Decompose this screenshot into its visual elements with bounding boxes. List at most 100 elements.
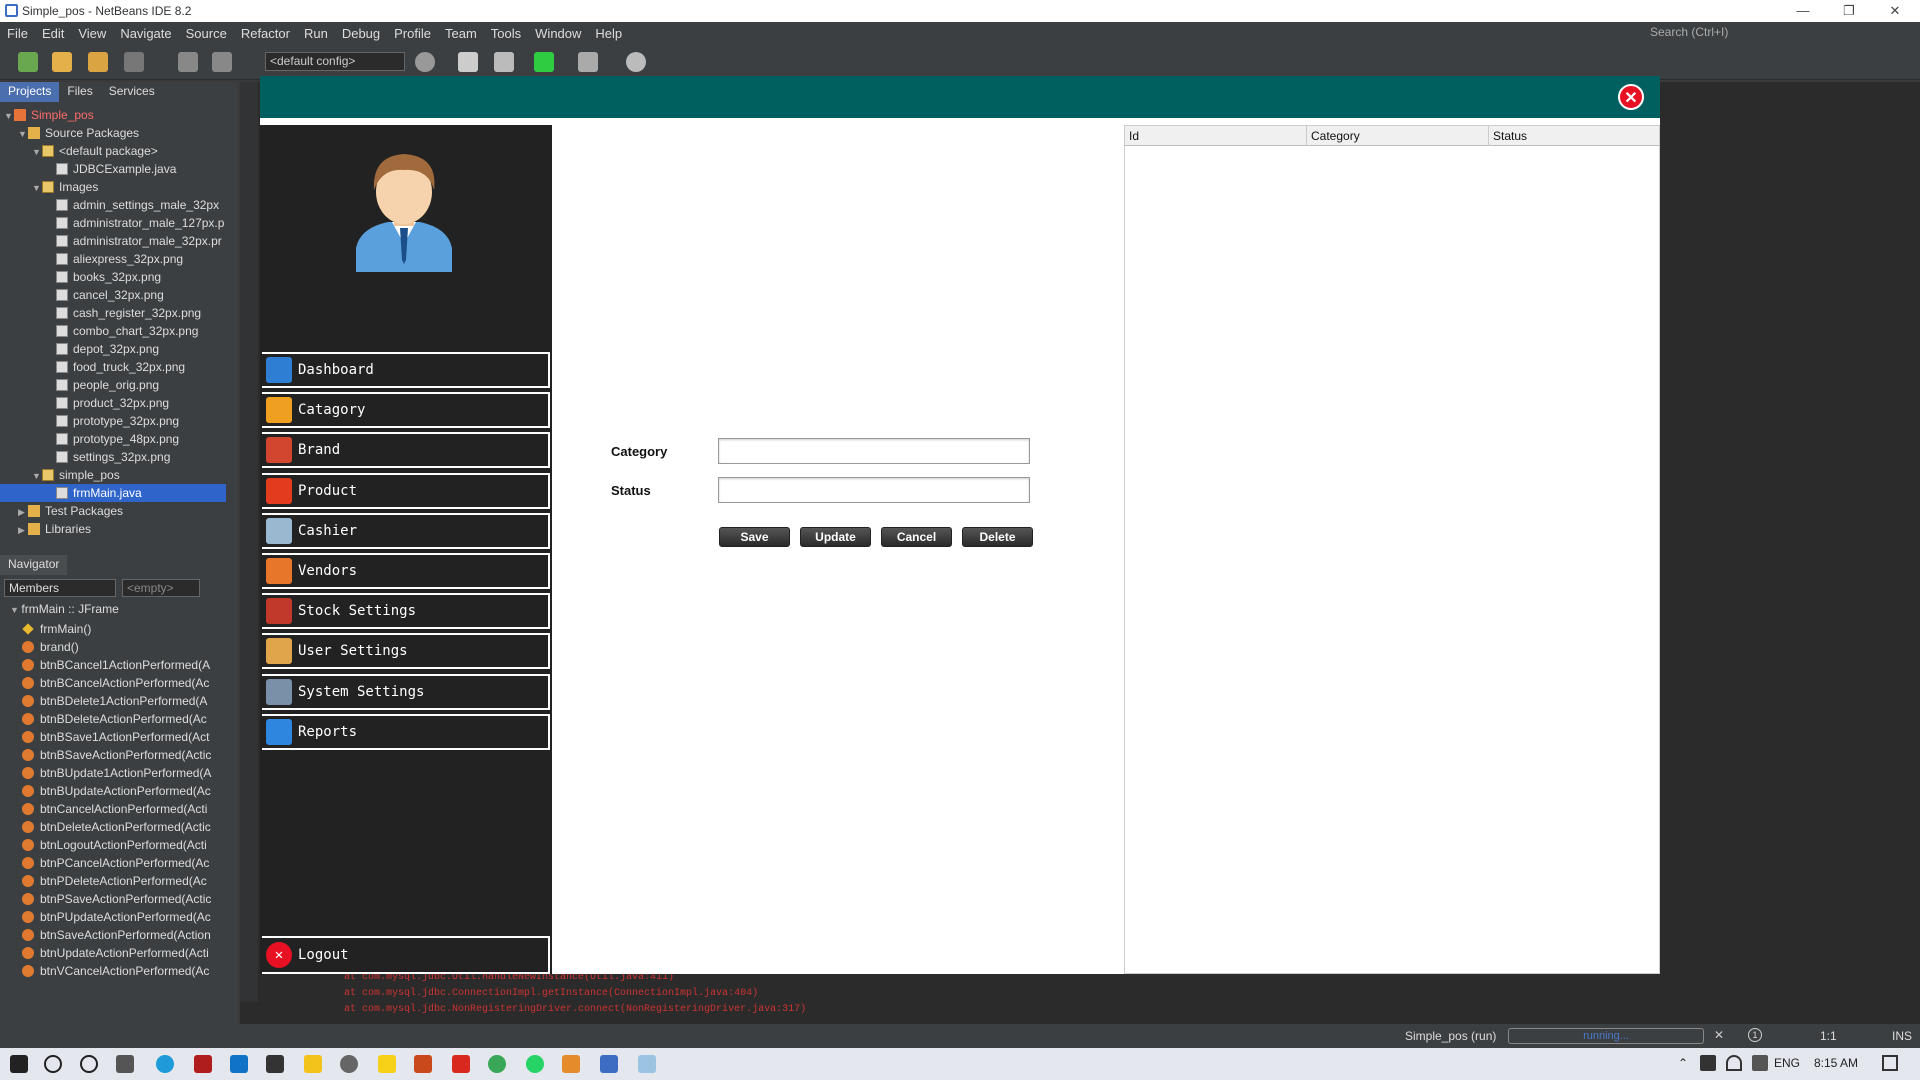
tab-projects[interactable]: Projects xyxy=(0,82,60,102)
tree-node[interactable]: cash_register_32px.png xyxy=(0,304,226,322)
app-icon[interactable] xyxy=(194,1055,212,1073)
nav-user-settings-button[interactable]: User Settings xyxy=(262,633,550,669)
undo-icon[interactable] xyxy=(178,52,198,72)
delete-button[interactable]: Delete xyxy=(962,527,1033,547)
build-icon[interactable] xyxy=(458,52,478,72)
task-view-icon[interactable] xyxy=(116,1055,134,1073)
member-item[interactable]: btnBUpdate1ActionPerformed(A xyxy=(10,764,224,782)
cancel-run-icon[interactable]: ✕ xyxy=(1714,1028,1724,1042)
member-item[interactable]: frmMain() xyxy=(10,620,224,638)
tree-node[interactable]: prototype_48px.png xyxy=(0,430,226,448)
browser-icon[interactable] xyxy=(415,52,435,72)
whatsapp-icon[interactable] xyxy=(526,1055,544,1073)
tree-node[interactable]: depot_32px.png xyxy=(0,340,226,358)
tree-node[interactable]: books_32px.png xyxy=(0,268,226,286)
save-button[interactable]: Save xyxy=(719,527,790,547)
menu-navigate[interactable]: Navigate xyxy=(113,26,178,41)
nav-brand-button[interactable]: Brand xyxy=(262,432,550,468)
battery-icon[interactable] xyxy=(1700,1055,1716,1071)
netbeans-icon[interactable] xyxy=(600,1055,618,1073)
menu-window[interactable]: Window xyxy=(528,26,588,41)
explorer-icon[interactable] xyxy=(304,1055,322,1073)
nav-stock-settings-button[interactable]: Stock Settings xyxy=(262,593,550,629)
app-icon[interactable] xyxy=(340,1055,358,1073)
language-indicator[interactable]: ENG xyxy=(1774,1056,1800,1070)
tab-navigator[interactable]: Navigator xyxy=(0,555,68,575)
menu-profile[interactable]: Profile xyxy=(387,26,438,41)
filter-select[interactable]: <empty> xyxy=(122,579,200,597)
nav-vendors-button[interactable]: Vendors xyxy=(262,553,550,589)
expand-toggle-icon[interactable]: ▼ xyxy=(32,467,42,484)
menu-view[interactable]: View xyxy=(71,26,113,41)
tree-node[interactable]: ▶ Libraries xyxy=(0,520,226,538)
action-center-icon[interactable] xyxy=(1882,1055,1898,1071)
member-item[interactable]: btnSaveActionPerformed(Action xyxy=(10,926,224,944)
search-icon[interactable] xyxy=(44,1055,62,1073)
tree-node[interactable]: administrator_male_127px.p xyxy=(0,214,226,232)
mail-icon[interactable] xyxy=(230,1055,248,1073)
profile-icon[interactable] xyxy=(626,52,646,72)
redo-icon[interactable] xyxy=(212,52,232,72)
chevron-up-icon[interactable]: ⌃ xyxy=(1678,1056,1688,1070)
expand-toggle-icon[interactable]: ▶ xyxy=(18,521,28,538)
menu-debug[interactable]: Debug xyxy=(335,26,387,41)
save-all-icon[interactable] xyxy=(124,52,144,72)
expand-toggle-icon[interactable]: ▼ xyxy=(32,143,42,160)
expand-toggle-icon[interactable]: ▶ xyxy=(18,503,28,520)
tree-node[interactable]: admin_settings_male_32px xyxy=(0,196,226,214)
wifi-icon[interactable] xyxy=(1726,1055,1742,1071)
search-input[interactable]: Search (Ctrl+I) xyxy=(1650,25,1860,41)
members-select[interactable]: Members xyxy=(4,579,116,597)
tree-node[interactable]: JDBCExample.java xyxy=(0,160,226,178)
tree-node[interactable]: combo_chart_32px.png xyxy=(0,322,226,340)
tree-node[interactable]: frmMain.java xyxy=(0,484,226,502)
member-item[interactable]: btnBUpdateActionPerformed(Ac xyxy=(10,782,224,800)
tree-node[interactable]: ▼ Simple_pos xyxy=(0,106,226,124)
expand-toggle-icon[interactable]: ▼ xyxy=(18,125,28,142)
clock[interactable]: 8:15 AM xyxy=(1814,1056,1858,1070)
tree-node[interactable]: ▼ Images xyxy=(0,178,226,196)
member-item[interactable]: btnBSaveActionPerformed(Actic xyxy=(10,746,224,764)
debug-icon[interactable] xyxy=(578,52,598,72)
status-input[interactable] xyxy=(718,477,1030,503)
tree-node[interactable]: aliexpress_32px.png xyxy=(0,250,226,268)
config-select[interactable]: <default config> xyxy=(265,52,405,71)
cortana-icon[interactable] xyxy=(80,1055,98,1073)
new-file-icon[interactable] xyxy=(18,52,38,72)
cancel-button[interactable]: Cancel xyxy=(881,527,952,547)
member-item[interactable]: brand() xyxy=(10,638,224,656)
tree-node[interactable]: cancel_32px.png xyxy=(0,286,226,304)
menu-help[interactable]: Help xyxy=(588,26,629,41)
chrome-icon[interactable] xyxy=(488,1055,506,1073)
menu-edit[interactable]: Edit xyxy=(35,26,71,41)
member-item[interactable]: btnUpdateActionPerformed(Acti xyxy=(10,944,224,962)
menu-refactor[interactable]: Refactor xyxy=(234,26,297,41)
member-item[interactable]: btnPCancelActionPerformed(Ac xyxy=(10,854,224,872)
start-icon[interactable] xyxy=(10,1055,28,1073)
run-icon[interactable] xyxy=(534,52,554,72)
open-project-icon[interactable] xyxy=(88,52,108,72)
member-item[interactable]: btnLogoutActionPerformed(Acti xyxy=(10,836,224,854)
column-header-id[interactable]: Id xyxy=(1125,126,1307,146)
member-item[interactable]: btnCancelActionPerformed(Acti xyxy=(10,800,224,818)
nav-catagory-button[interactable]: Catagory xyxy=(262,392,550,428)
tree-node[interactable]: ▼ Source Packages xyxy=(0,124,226,142)
maximize-button[interactable]: ❐ xyxy=(1826,0,1872,22)
tree-node[interactable]: ▼ <default package> xyxy=(0,142,226,160)
volume-icon[interactable] xyxy=(1752,1055,1768,1071)
tree-node[interactable]: prototype_32px.png xyxy=(0,412,226,430)
close-window-button[interactable]: ✕ xyxy=(1872,0,1918,22)
logout-button[interactable]: ✕ Logout xyxy=(262,936,550,974)
member-item[interactable]: btnDeleteActionPerformed(Actic xyxy=(10,818,224,836)
menu-team[interactable]: Team xyxy=(438,26,484,41)
nav-product-button[interactable]: Product xyxy=(262,473,550,509)
member-item[interactable]: btnBCancelActionPerformed(Ac xyxy=(10,674,224,692)
tree-node[interactable]: food_truck_32px.png xyxy=(0,358,226,376)
menu-file[interactable]: File xyxy=(0,26,35,41)
member-item[interactable]: btnPSaveActionPerformed(Actic xyxy=(10,890,224,908)
member-item[interactable]: btnBCancel1ActionPerformed(A xyxy=(10,656,224,674)
tab-services[interactable]: Services xyxy=(101,82,163,102)
app-icon[interactable] xyxy=(378,1055,396,1073)
menu-tools[interactable]: Tools xyxy=(484,26,528,41)
pdf-icon[interactable] xyxy=(452,1055,470,1073)
